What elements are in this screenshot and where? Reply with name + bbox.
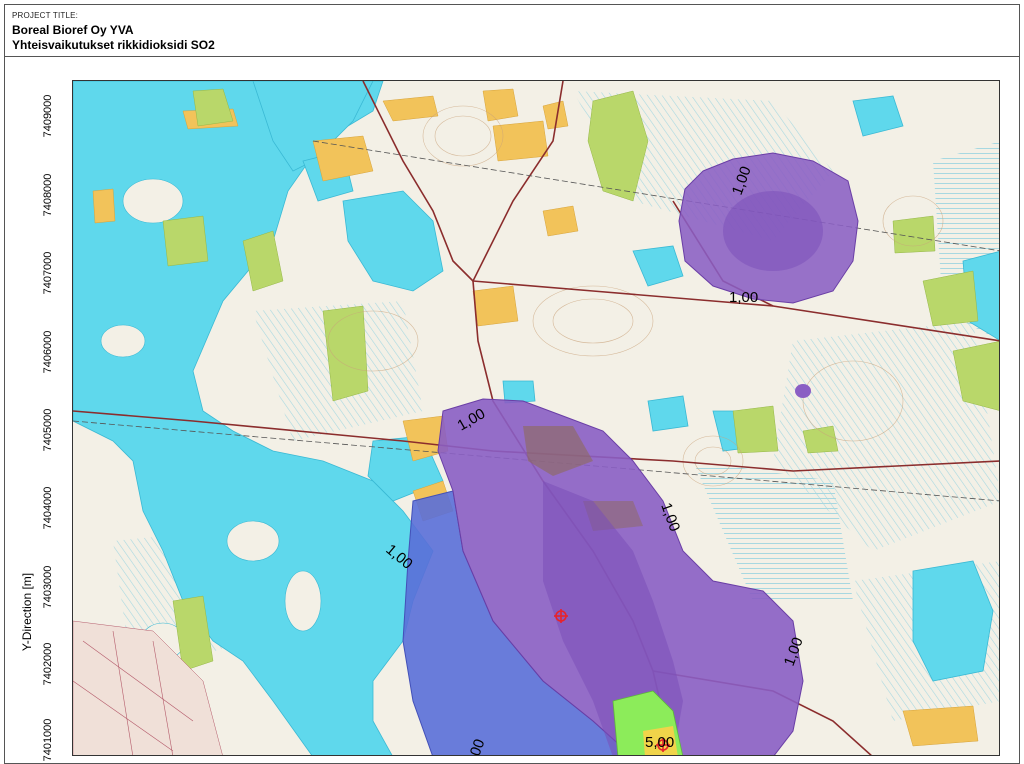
contour-label: 1,00 [729,289,758,306]
y-tick-label: 7406000 [42,330,54,374]
y-tick-label: 7403000 [42,565,54,609]
map-canvas: 1,00 1,00 1,00 1,00 1,00 1,00 5,00 00 [73,81,999,755]
contour-label: 5,00 [645,734,674,751]
pond-5 [502,380,536,404]
y-tick-label: 7408000 [42,173,54,217]
topographic-map[interactable]: 1,00 1,00 1,00 1,00 1,00 1,00 5,00 00 [72,80,1000,756]
y-axis-title: Y-Direction [m] [20,572,34,652]
project-subtitle: Yhteisvaikutukset rikkidioksidi SO2 [12,38,215,52]
pond-2 [647,395,689,432]
y-tick-label: 7402000 [42,642,54,686]
plume-core-northeast [723,191,823,271]
title-block: PROJECT TITLE: Boreal Bioref Oy YVA Yhte… [4,4,1020,57]
project-title-label: PROJECT TITLE: [12,11,79,20]
y-tick-label: 7409000 [42,94,54,138]
plume-spot-small [795,384,811,398]
y-tick-label: 7404000 [42,486,54,530]
y-tick-label: 7407000 [42,251,54,295]
y-tick-label: 7401000 [42,718,54,762]
project-title: Boreal Bioref Oy YVA [12,23,134,37]
y-tick-label: 7405000 [42,408,54,452]
